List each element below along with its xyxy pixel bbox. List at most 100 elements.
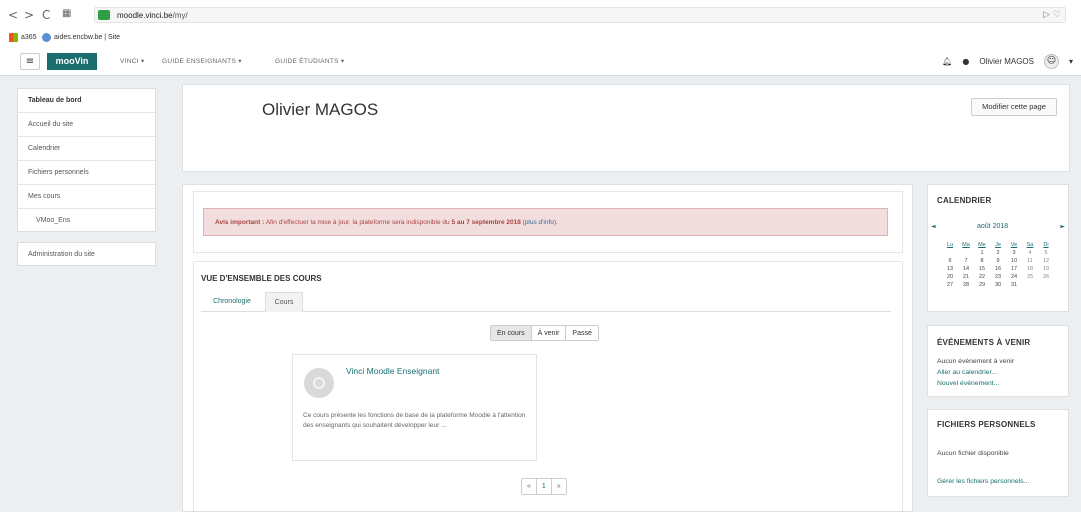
nav-item-my-courses[interactable]: Mes cours [18,185,155,209]
calendar-day[interactable]: 8 [974,257,990,265]
tab-chronologie[interactable]: Chronologie [201,292,263,312]
bookmarks-bar: a365 aides.encbw.be | Site [0,30,1081,48]
calendar-day[interactable]: 31 [1006,281,1022,289]
nav-vinci[interactable]: VINCI ▾ [120,57,145,65]
course-image-icon [304,368,334,398]
calendar-day[interactable]: 17 [1006,265,1022,273]
no-events-text: Aucun événement à venir [937,358,1015,365]
nav-item-dashboard[interactable]: Tableau de bord [18,89,155,113]
filter-future-button[interactable]: À venir [532,326,567,340]
calendar-day[interactable]: 9 [990,257,1006,265]
more-info-link[interactable]: plus d'info [525,219,554,226]
avatar[interactable]: ☺ [1043,54,1059,69]
calendar-day[interactable]: 4 [1022,249,1038,257]
calendar-day[interactable]: 26 [1038,273,1054,281]
bookmark-star-icon[interactable]: ▷ ♡ [1043,10,1061,20]
user-name-link[interactable]: Olivier MAGOS [979,57,1034,66]
edit-page-button[interactable]: Modifier cette page [971,98,1057,116]
bookmark-aides[interactable]: aides.encbw.be | Site [42,33,120,42]
calendar-day[interactable]: 12 [1038,257,1054,265]
calendar-day[interactable]: 1 [974,249,990,257]
forward-icon[interactable]: > [24,8,34,22]
page-header: Olivier MAGOS Modifier cette page [182,84,1070,172]
nav-guide-etudiants[interactable]: GUIDE ÉTUDIANTS ▾ [275,57,344,65]
go-to-calendar-link[interactable]: Aller au calendrier... [937,369,997,376]
reload-icon[interactable]: C [42,8,50,22]
nav-item-site-admin[interactable]: Administration du site [17,242,156,266]
upcoming-events-block: ÉVÉNEMENTS À VENIR Aucun événement à ven… [927,325,1069,397]
tab-cours[interactable]: Cours [265,292,303,312]
calendar-day [1038,281,1054,289]
course-title-link[interactable]: Vinci Moodle Enseignant [346,366,439,376]
nav-item-calendar[interactable]: Calendrier [18,137,155,161]
overview-tabs: Chronologie Cours [201,292,891,312]
calendar-day[interactable]: 13 [942,265,958,273]
next-month-icon[interactable]: ► [1060,223,1065,230]
calendar-day [942,249,958,257]
office-icon [9,33,18,42]
nav-item-site-home[interactable]: Accueil du site [18,113,155,137]
calendar-day[interactable]: 7 [958,257,974,265]
calendar-day[interactable]: 30 [990,281,1006,289]
page-next-button[interactable]: » [552,479,566,494]
page-prev-button[interactable]: « [522,479,537,494]
private-files-block: FICHIERS PERSONNELS Aucun fichier dispon… [927,409,1069,497]
calendar-day[interactable]: 10 [1006,257,1022,265]
hamburger-menu-icon[interactable]: ≡ [20,53,40,70]
notice-block: Avis important : Afin d'effectuer la mis… [193,191,903,253]
brand-logo[interactable]: mooVin [47,53,97,70]
calendar-title: CALENDRIER [937,196,992,205]
pagination: « 1 » [521,478,567,495]
manage-files-link[interactable]: Gérer les fichiers personnels... [937,478,1029,485]
page-1-button[interactable]: 1 [537,479,552,494]
calendar-day[interactable]: 27 [942,281,958,289]
back-icon[interactable]: < [8,8,18,22]
bell-icon[interactable]: 🔔︎ [942,57,952,66]
weekday-header: Lu [946,242,954,248]
calendar-day[interactable]: 22 [974,273,990,281]
new-event-link[interactable]: Nouvel événement... [937,380,999,387]
url-text: moodle.vinci.be/my/ [117,11,188,20]
calendar-day[interactable]: 3 [1006,249,1022,257]
nav-item-private-files[interactable]: Fichiers personnels [18,161,155,185]
course-card[interactable]: Vinci Moodle Enseignant Ce cours présent… [292,354,537,461]
calendar-day[interactable]: 28 [958,281,974,289]
calendar-day[interactable]: 16 [990,265,1006,273]
weekday-header: Sa [1026,242,1034,248]
calendar-day[interactable]: 19 [1038,265,1054,273]
calendar-day[interactable]: 11 [1022,257,1038,265]
url-bar[interactable]: moodle.vinci.be/my/ ▷ ♡ [94,7,1066,23]
calendar-month-link[interactable]: août 2018 [977,223,1008,230]
site-icon [42,33,51,42]
events-title: ÉVÉNEMENTS À VENIR [937,338,1031,347]
user-area: 🔔︎ ● Olivier MAGOS ☺ ▾ [942,54,1073,69]
bookmark-a365[interactable]: a365 [9,33,37,42]
course-overview-block: VUE D'ENSEMBLE DES COURS Chronologie Cou… [193,261,903,511]
lock-icon [98,10,110,20]
calendar-day[interactable]: 2 [990,249,1006,257]
calendar-day[interactable]: 5 [1038,249,1054,257]
calendar-day[interactable]: 18 [1022,265,1038,273]
chevron-down-icon[interactable]: ▾ [1069,57,1073,66]
prev-month-icon[interactable]: ◄ [931,223,936,230]
nav-drawer: Tableau de bord Accueil du site Calendri… [17,88,156,232]
calendar-day[interactable]: 20 [942,273,958,281]
filter-in-progress-button[interactable]: En cours [491,326,532,340]
calendar-day[interactable]: 24 [1006,273,1022,281]
calendar-day[interactable]: 21 [958,273,974,281]
nav-item-course-vmoo[interactable]: VMoo_Ens [18,209,155,233]
calendar-day[interactable]: 6 [942,257,958,265]
calendar-day[interactable]: 14 [958,265,974,273]
page-title: Olivier MAGOS [262,100,379,119]
calendar-day[interactable]: 29 [974,281,990,289]
calendar-day[interactable]: 15 [974,265,990,273]
block-title: VUE D'ENSEMBLE DES COURS [201,274,322,283]
apps-grid-icon[interactable]: ▦ [62,8,71,19]
chat-icon[interactable]: ● [962,57,969,66]
calendar-day [1022,281,1038,289]
files-title: FICHIERS PERSONNELS [937,420,1036,429]
filter-past-button[interactable]: Passé [566,326,597,340]
calendar-day[interactable]: 25 [1022,273,1038,281]
calendar-day[interactable]: 23 [990,273,1006,281]
nav-guide-enseignants[interactable]: GUIDE ENSEIGNANTS ▾ [162,57,242,65]
